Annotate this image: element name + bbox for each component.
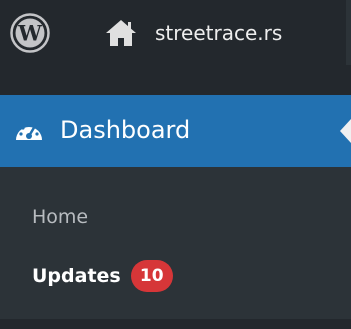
admin-bar-edge [346,0,351,65]
site-name-link[interactable]: streetrace.rs [155,18,282,48]
sidebar-item-dashboard[interactable]: Dashboard [0,95,351,167]
sidebar-item-dashboard-label: Dashboard [60,116,191,144]
svg-text:W: W [17,21,42,46]
dashboard-submenu: Home Updates 10 [0,167,351,329]
dashboard-gauge-icon [16,123,42,140]
current-menu-arrow [340,119,351,143]
updates-count-badge: 10 [130,260,173,292]
submenu-item-updates-label: Updates [32,265,121,287]
wordpress-logo-icon[interactable]: W [10,13,50,53]
home-icon[interactable] [104,18,138,48]
sidebar-bottom [0,319,351,329]
submenu-item-updates[interactable]: Updates 10 [32,260,173,292]
menu-spacer [0,65,351,95]
submenu-item-home[interactable]: Home [32,203,88,231]
admin-bar: W streetrace.rs [0,0,351,65]
